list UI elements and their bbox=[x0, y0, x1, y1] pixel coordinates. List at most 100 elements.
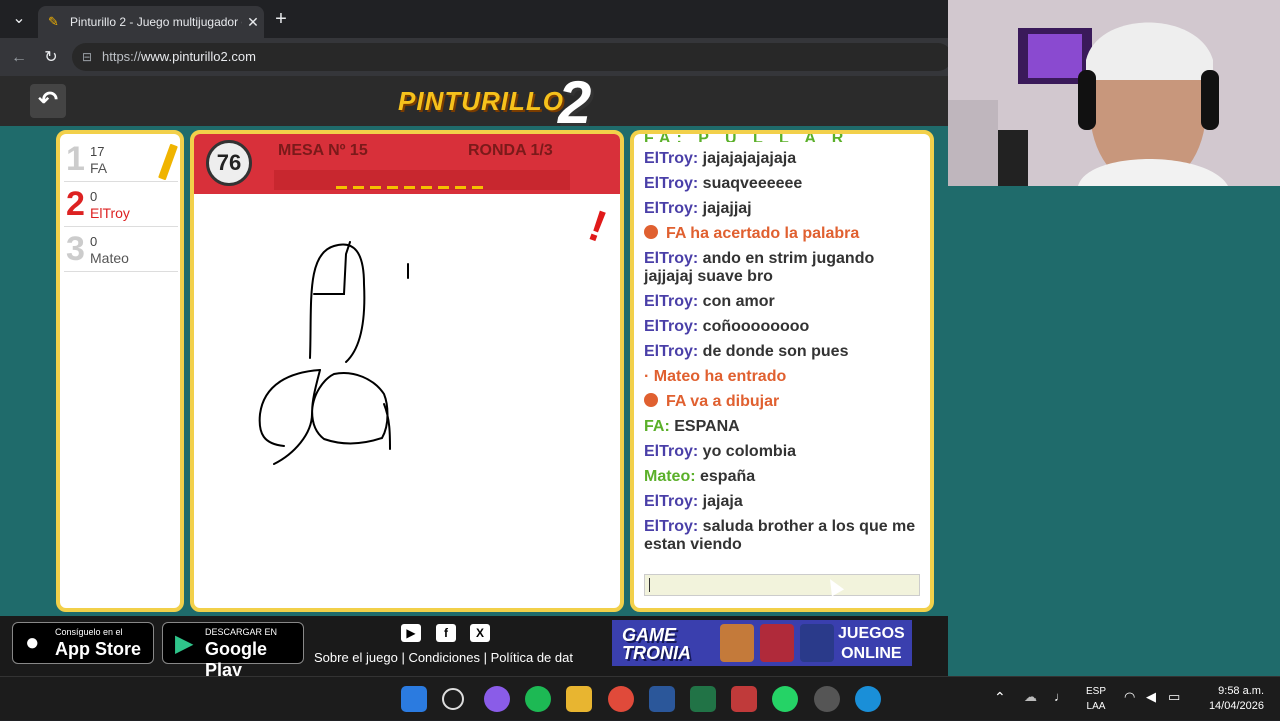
chat-message: ElTroy: yo colombia bbox=[644, 443, 926, 461]
spotify-icon[interactable] bbox=[525, 686, 551, 712]
chat-author: ElTroy: bbox=[644, 443, 699, 460]
player-rank: 2 bbox=[66, 185, 85, 223]
system-clock[interactable]: 9:58 a.m. 14/04/2026 bbox=[1209, 684, 1264, 714]
chat-input[interactable] bbox=[644, 574, 920, 596]
player-score: 0 bbox=[90, 234, 98, 249]
drawing-board[interactable]: 76 MESA Nº 15 RONDA 1/3 ! bbox=[190, 130, 624, 612]
game-header: ↶ PINTURILLO 2 bbox=[0, 69, 948, 136]
chat-text: con amor bbox=[698, 293, 775, 310]
browser-tabbar: ⌄ ✎ Pinturillo 2 - Juego multijugador o … bbox=[0, 0, 948, 38]
chat-author: ElTroy: bbox=[644, 250, 699, 267]
chat-text: jajajjaj bbox=[698, 200, 752, 217]
app-store-label: App Store bbox=[55, 639, 142, 659]
apple-icon: ● bbox=[25, 629, 40, 656]
whatsapp-icon[interactable] bbox=[772, 686, 798, 712]
windows-start-icon[interactable] bbox=[401, 686, 427, 712]
site-info-icon[interactable]: ⊟ bbox=[82, 43, 92, 71]
x-twitter-icon[interactable]: X bbox=[470, 624, 490, 642]
chat-panel: FA: P U L L A R ElTroy: jajajajajajaja E… bbox=[630, 130, 934, 612]
chat-message: ElTroy: saluda brother a los que me esta… bbox=[644, 518, 926, 554]
chat-author: ElTroy: bbox=[644, 175, 699, 192]
chat-text: suaqveeeeee bbox=[698, 175, 803, 192]
chat-message: ElTroy: coñoooooooo bbox=[644, 318, 926, 336]
battery-icon[interactable]: ▭ bbox=[1168, 689, 1180, 705]
tab-title: Pinturillo 2 - Juego multijugador o bbox=[70, 15, 242, 29]
chat-author: ElTroy: bbox=[644, 518, 699, 535]
wifi-icon[interactable]: ◠ bbox=[1124, 689, 1135, 705]
gametronia-ad-banner[interactable]: GAME TRONIA JUEGOS ONLINE bbox=[612, 620, 912, 666]
chat-message: FA: ESPANA bbox=[644, 418, 926, 436]
player-name: Mateo bbox=[90, 250, 129, 266]
ad-game-thumbnail bbox=[760, 624, 794, 662]
google-play-label: Google Play bbox=[205, 639, 267, 680]
google-play-small-label: DESCARGAR EN bbox=[205, 627, 278, 637]
browser-tab[interactable]: ✎ Pinturillo 2 - Juego multijugador o ✕ bbox=[38, 6, 264, 38]
cloud-sync-icon[interactable]: ☁ bbox=[1024, 689, 1037, 705]
chat-message: ElTroy: de donde son pues bbox=[644, 343, 926, 361]
chat-message: ElTroy: con amor bbox=[644, 293, 926, 311]
back-button[interactable]: ↶ bbox=[30, 84, 66, 118]
site-footer: ● Consíguelo en el App Store ▶ DESCARGAR… bbox=[0, 616, 948, 680]
windows-taskbar: ⌃ ☁ ♩ ESP LAA ◠ ◀ ▭ 9:58 a.m. 14/04/2026 bbox=[0, 676, 1280, 720]
chat-message: ElTroy: suaqveeeeee bbox=[644, 175, 926, 193]
text-caret bbox=[649, 578, 650, 592]
app-store-button[interactable]: ● Consíguelo en el App Store bbox=[12, 622, 154, 664]
url-bar[interactable]: ⊟ https://www.pinturillo2.com bbox=[72, 43, 952, 71]
input-language[interactable]: ESP LAA bbox=[1086, 684, 1106, 714]
file-explorer-icon[interactable] bbox=[566, 686, 592, 712]
player-name: FA bbox=[90, 160, 108, 176]
player-row: 3 0 Mateo bbox=[64, 228, 178, 272]
chat-author: ElTroy: bbox=[644, 150, 699, 167]
chat-message: ElTroy: ando en strim jugando jajjajaj s… bbox=[644, 250, 926, 286]
language-code: ESP bbox=[1086, 686, 1107, 697]
chat-author: ElTroy: bbox=[644, 343, 699, 360]
chat-text: españa bbox=[695, 468, 756, 485]
player-drawing bbox=[258, 241, 409, 465]
facebook-icon[interactable]: f bbox=[436, 624, 456, 642]
chat-author: ElTroy: bbox=[644, 200, 699, 217]
drawing-canvas[interactable] bbox=[194, 134, 620, 608]
copilot-icon[interactable] bbox=[484, 686, 510, 712]
chrome-icon[interactable] bbox=[608, 686, 634, 712]
url-prefix: https:// bbox=[102, 49, 142, 64]
page-background bbox=[948, 186, 1280, 676]
show-hidden-icons-icon[interactable]: ⌃ bbox=[994, 689, 1006, 706]
google-play-button[interactable]: ▶ DESCARGAR EN Google Play bbox=[162, 622, 304, 680]
back-arrow-icon[interactable]: ← bbox=[8, 47, 30, 69]
tab-close-icon[interactable]: ✕ bbox=[242, 14, 264, 31]
chat-system-message: · Mateo ha entrado bbox=[644, 368, 926, 386]
player-row: 1 17 FA bbox=[64, 138, 178, 182]
chat-message: Mateo: españa bbox=[644, 468, 926, 486]
chat-text: coñoooooooo bbox=[698, 318, 810, 335]
edge-icon[interactable] bbox=[855, 686, 881, 712]
chat-text: yo colombia bbox=[698, 443, 797, 460]
player-row: 2 0 ElTroy bbox=[64, 183, 178, 227]
webcam-feed bbox=[948, 0, 1280, 186]
microphone-icon[interactable]: ♩ bbox=[1054, 689, 1067, 704]
correct-guess-icon bbox=[644, 225, 658, 239]
settings-icon[interactable] bbox=[814, 686, 840, 712]
player-score: 0 bbox=[90, 189, 98, 204]
excel-icon[interactable] bbox=[690, 686, 716, 712]
pinturillo-favicon-icon: ✎ bbox=[48, 14, 59, 29]
reload-icon[interactable]: ↻ bbox=[40, 47, 62, 69]
word-icon[interactable] bbox=[649, 686, 675, 712]
webcam-overlay bbox=[948, 0, 1280, 186]
browser-toolbar: ← ↻ ⊟ https://www.pinturillo2.com bbox=[0, 38, 952, 76]
tab-list-chevron-icon[interactable]: ⌄ bbox=[8, 8, 30, 30]
chat-system-message: FA va a dibujar bbox=[644, 393, 926, 411]
youtube-icon[interactable]: ▶ bbox=[401, 624, 421, 642]
chat-text: · Mateo ha entrado bbox=[644, 368, 787, 385]
search-icon[interactable] bbox=[442, 688, 464, 710]
google-play-icon: ▶ bbox=[175, 630, 194, 657]
app-store-small-label: Consíguelo en el bbox=[55, 627, 123, 637]
volume-icon[interactable]: ◀ bbox=[1146, 689, 1156, 705]
game-app-icon[interactable] bbox=[731, 686, 757, 712]
players-panel: 1 17 FA 2 0 ElTroy 3 0 Mateo bbox=[56, 130, 184, 612]
player-rank: 1 bbox=[66, 140, 85, 178]
chat-text: FA va a dibujar bbox=[666, 393, 780, 410]
chat-author: ElTroy: bbox=[644, 493, 699, 510]
new-tab-button[interactable]: + bbox=[270, 8, 292, 30]
footer-links[interactable]: Sobre el juego | Condiciones | Política … bbox=[314, 650, 578, 665]
logo-word: PINTURILLO bbox=[398, 86, 564, 116]
